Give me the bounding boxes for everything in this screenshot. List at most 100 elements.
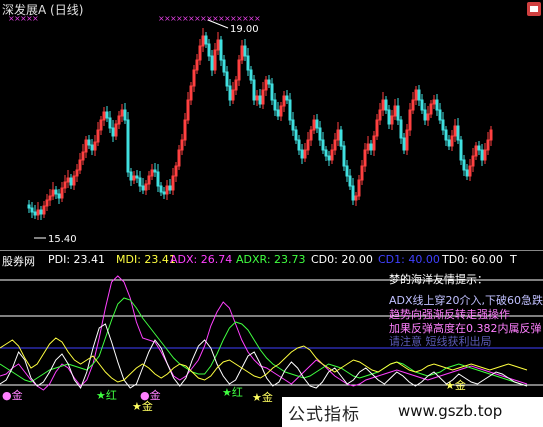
- candle-body: [321, 139, 325, 151]
- candle-body: [477, 145, 481, 151]
- signal-marker: ★金: [252, 391, 273, 404]
- adx-value: ADX: 26.74: [170, 253, 233, 266]
- candle-body: [111, 127, 115, 137]
- candle-body: [207, 43, 211, 57]
- pdi-value: PDI: 23.41: [48, 253, 106, 266]
- panel-divider: [0, 250, 543, 251]
- candle-body: [129, 171, 133, 181]
- candle-body: [399, 119, 403, 139]
- candle-body: [417, 89, 421, 101]
- candle-body: [351, 185, 355, 201]
- candle-body: [141, 185, 145, 191]
- candle-body: [219, 39, 223, 61]
- candle-body: [27, 204, 31, 209]
- low-price-label: 15.40: [48, 234, 77, 245]
- candle-body: [252, 79, 256, 101]
- candle-body: [33, 211, 37, 216]
- candlestick-chart: × × × × × × × × × × × × × × × × × × × × × ×19.0015.40: [8, 14, 493, 245]
- candle-body: [249, 69, 253, 81]
- signal-marker: ★红: [222, 386, 243, 399]
- candle-body: [267, 79, 271, 85]
- candle-body: [285, 95, 289, 101]
- tips-title: 梦的海洋友情提示：: [389, 273, 488, 286]
- signal-marker: ●金: [2, 389, 23, 402]
- candle-body: [423, 109, 427, 121]
- candle-body: [384, 99, 388, 111]
- candle-body: [480, 149, 484, 161]
- candle-body: [459, 139, 463, 161]
- sell-marker: ×: [32, 14, 39, 23]
- candle-body: [369, 143, 373, 151]
- candle-body: [396, 105, 400, 121]
- candle-body: [69, 177, 73, 186]
- candle-body: [348, 175, 352, 187]
- cd0-value: CD0: 20.00: [311, 253, 373, 266]
- adxr-value: ADXR: 23.73: [236, 253, 306, 266]
- candle-body: [123, 109, 127, 121]
- candle-body: [339, 129, 343, 147]
- candle-body: [276, 109, 280, 117]
- candle-body: [288, 99, 292, 121]
- candle-body: [447, 139, 451, 147]
- candle-body: [228, 85, 232, 101]
- candle-body: [300, 149, 304, 159]
- indicator-name: 股券网: [2, 255, 35, 268]
- candle-body: [291, 119, 295, 131]
- candle-body: [465, 169, 469, 177]
- candle-body: [105, 111, 109, 119]
- candle-body: [402, 137, 406, 151]
- candle-body: [435, 99, 439, 111]
- candle-body: [87, 139, 91, 146]
- candle-body: [243, 45, 247, 57]
- sell-marker: ×: [254, 14, 261, 23]
- candle-body: [108, 117, 112, 129]
- candle-body: [273, 99, 277, 111]
- candle-body: [438, 109, 442, 121]
- candle-body: [441, 119, 445, 131]
- candle-body: [39, 209, 43, 215]
- candle-body: [135, 175, 139, 179]
- watermark-logo: 公式指标: [288, 405, 360, 425]
- candle-body: [222, 59, 226, 73]
- candle-body: [270, 83, 274, 101]
- candle-body: [444, 129, 448, 141]
- candle-body: [162, 191, 166, 195]
- candle-body: [318, 127, 322, 141]
- candle-body: [456, 125, 460, 141]
- candle-body: [246, 55, 250, 71]
- candle-body: [210, 55, 214, 71]
- candle-body: [138, 177, 142, 187]
- signal-marker: ★红: [96, 389, 117, 402]
- candle-body: [168, 185, 172, 191]
- signal-marker: ★金: [445, 379, 466, 392]
- candle-body: [204, 35, 208, 45]
- candle-body: [126, 119, 130, 173]
- candle-body: [387, 109, 391, 125]
- candle-body: [258, 95, 262, 105]
- candle-body: [153, 169, 157, 173]
- candle-body: [57, 193, 61, 199]
- candle-body: [462, 159, 466, 171]
- signal-marker: ★金: [132, 400, 153, 413]
- candle-body: [225, 71, 229, 87]
- candle-body: [420, 99, 424, 111]
- candle-body: [294, 129, 298, 141]
- candle-body: [315, 119, 319, 129]
- candle-body: [159, 185, 163, 193]
- td0-value: TD0: 60.00: [442, 253, 503, 266]
- candle-body: [345, 165, 349, 177]
- candle-body: [324, 149, 328, 157]
- candle-body: [156, 171, 160, 187]
- cd1-value: CD1: 40.00: [378, 253, 440, 266]
- watermark-url: www.gszb.top: [398, 402, 503, 420]
- tip-line-3b: 请注意 短线获利出局: [389, 335, 492, 348]
- t-label: T: [510, 253, 517, 266]
- high-price-label: 19.00: [230, 24, 259, 35]
- candle-body: [342, 145, 346, 167]
- candle-body: [90, 144, 94, 151]
- mdi-value: MDI: 23.41: [116, 253, 176, 266]
- candle-body: [297, 139, 301, 151]
- candle-body: [30, 207, 34, 213]
- candle-body: [54, 189, 58, 195]
- candle-body: [327, 155, 331, 161]
